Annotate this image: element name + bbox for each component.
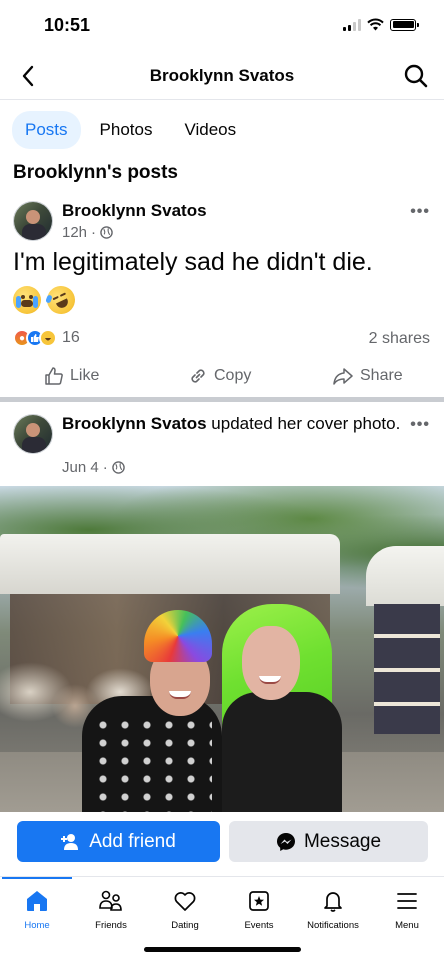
globe-icon	[100, 226, 113, 239]
dating-icon	[174, 892, 196, 911]
tab-photos[interactable]: Photos	[87, 111, 166, 149]
add-friend-button[interactable]: Add friend	[17, 821, 220, 862]
copy-button[interactable]: Copy	[188, 366, 251, 386]
nav-home[interactable]: Home	[0, 889, 74, 931]
nav-friends-label: Friends	[95, 920, 127, 931]
cover-photo[interactable]	[0, 486, 444, 812]
nav-menu[interactable]: Menu	[370, 889, 444, 931]
haha-reaction-icon	[39, 329, 57, 347]
bell-icon	[324, 892, 342, 912]
post-time[interactable]: 12h	[62, 224, 87, 241]
tab-posts[interactable]: Posts	[12, 111, 81, 149]
nav-notifications-label: Notifications	[307, 920, 359, 931]
tab-videos[interactable]: Videos	[171, 111, 249, 149]
nav-dating-label: Dating	[171, 920, 199, 931]
copy-label: Copy	[214, 367, 252, 384]
share-button[interactable]: Share	[332, 366, 403, 386]
battery-icon	[390, 18, 419, 31]
post-author[interactable]: Brooklynn Svatos	[62, 201, 207, 221]
like-button[interactable]: Like	[44, 366, 99, 386]
post-meta: Jun 4 ·	[62, 459, 125, 476]
home-icon	[27, 891, 47, 911]
wifi-icon	[367, 18, 384, 31]
post-divider	[0, 397, 444, 402]
loudly-crying-face-icon	[13, 286, 41, 314]
share-label: Share	[360, 367, 403, 384]
meta-separator: ·	[102, 459, 108, 476]
add-person-icon	[61, 833, 79, 850]
bottom-navigation: Home Friends Dating Events Notifications	[0, 876, 444, 960]
nav-friends[interactable]: Friends	[74, 889, 148, 931]
events-icon	[249, 891, 269, 911]
nav-dating[interactable]: Dating	[148, 889, 222, 931]
meta-separator: ·	[91, 224, 97, 241]
profile-tabs: Posts Photos Videos	[12, 111, 249, 149]
author-avatar[interactable]	[13, 414, 53, 454]
nav-notifications[interactable]: Notifications	[296, 889, 370, 931]
message-button[interactable]: Message	[229, 821, 428, 862]
share-arrow-icon	[333, 368, 353, 385]
cellular-signal-icon	[343, 18, 361, 31]
active-tab-indicator	[2, 877, 72, 879]
post-actions: Like Copy Share	[0, 362, 444, 392]
add-friend-label: Add friend	[89, 830, 176, 852]
post-emojis	[13, 281, 80, 319]
friends-icon	[99, 890, 122, 911]
more-options-button[interactable]: •••	[410, 203, 430, 221]
link-icon	[191, 369, 205, 383]
post-action-text: updated her cover photo.	[211, 414, 401, 433]
post-time[interactable]: Jun 4	[62, 459, 99, 476]
share-count[interactable]: 2 shares	[369, 330, 430, 348]
messenger-icon	[276, 832, 295, 851]
post-header-text: Brooklynn Svatos updated her cover photo…	[62, 413, 402, 434]
author-avatar[interactable]	[13, 201, 53, 241]
reaction-count: 16	[62, 329, 80, 346]
nav-events-label: Events	[244, 920, 274, 931]
status-time: 10:51	[44, 15, 91, 35]
post-meta: 12h ·	[62, 224, 113, 241]
rolling-on-the-floor-laughing-icon	[42, 281, 80, 319]
section-title: Brooklynn's posts	[13, 162, 178, 183]
reaction-summary[interactable]: ● 16	[13, 329, 80, 347]
search-button[interactable]	[402, 62, 430, 90]
post-author[interactable]: Brooklynn Svatos	[62, 414, 207, 433]
nav-home-label: Home	[24, 920, 50, 931]
status-bar: 10:51	[0, 0, 444, 50]
message-label: Message	[303, 830, 382, 852]
page-title: Brooklynn Svatos	[149, 66, 295, 85]
menu-icon	[397, 893, 417, 909]
like-label: Like	[70, 367, 100, 384]
thumbs-up-icon	[45, 367, 63, 385]
status-icons	[343, 18, 419, 31]
nav-menu-label: Menu	[395, 920, 419, 931]
home-indicator	[144, 947, 301, 952]
nav-events[interactable]: Events	[222, 889, 296, 931]
header: Brooklynn Svatos	[0, 52, 444, 100]
more-options-button[interactable]: •••	[410, 416, 430, 434]
post-text: I'm legitimately sad he didn't die.	[13, 248, 373, 276]
globe-icon	[111, 461, 125, 474]
search-icon	[404, 64, 428, 88]
